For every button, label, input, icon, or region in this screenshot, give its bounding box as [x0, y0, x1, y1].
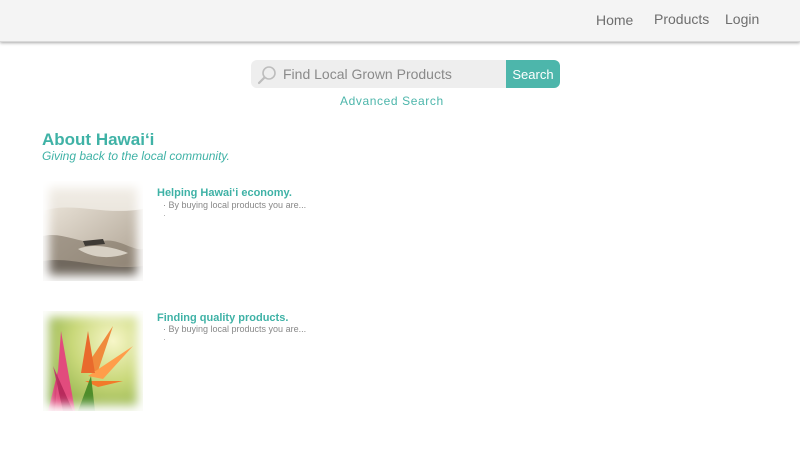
bullet-point: ·: [163, 210, 166, 220]
image-vignette: [43, 311, 143, 411]
advanced-search-link[interactable]: Advanced Search: [340, 94, 450, 108]
bullet-point: ·: [163, 334, 166, 344]
beach-image[interactable]: [43, 181, 143, 281]
search-button[interactable]: Search: [506, 60, 560, 88]
item-description: · By buying local products you are...: [163, 200, 307, 210]
item-description: · By buying local products you are...: [163, 324, 307, 334]
page-title: About Hawai‘i: [42, 130, 155, 149]
flower-image[interactable]: [43, 311, 143, 411]
search-icon: [256, 64, 278, 86]
nav-products-link[interactable]: Products: [654, 11, 709, 27]
item-title[interactable]: Helping Hawai‘i economy.: [157, 187, 292, 199]
nav-home-link[interactable]: Home: [596, 12, 633, 28]
top-navigation-bar: Home Products Login: [0, 0, 800, 42]
image-vignette: [43, 181, 143, 281]
item-title[interactable]: Finding quality products.: [157, 312, 288, 324]
search-input[interactable]: [283, 64, 503, 84]
nav-login-link[interactable]: Login: [725, 11, 759, 27]
page-subtitle: Giving back to the local community.: [42, 149, 230, 163]
